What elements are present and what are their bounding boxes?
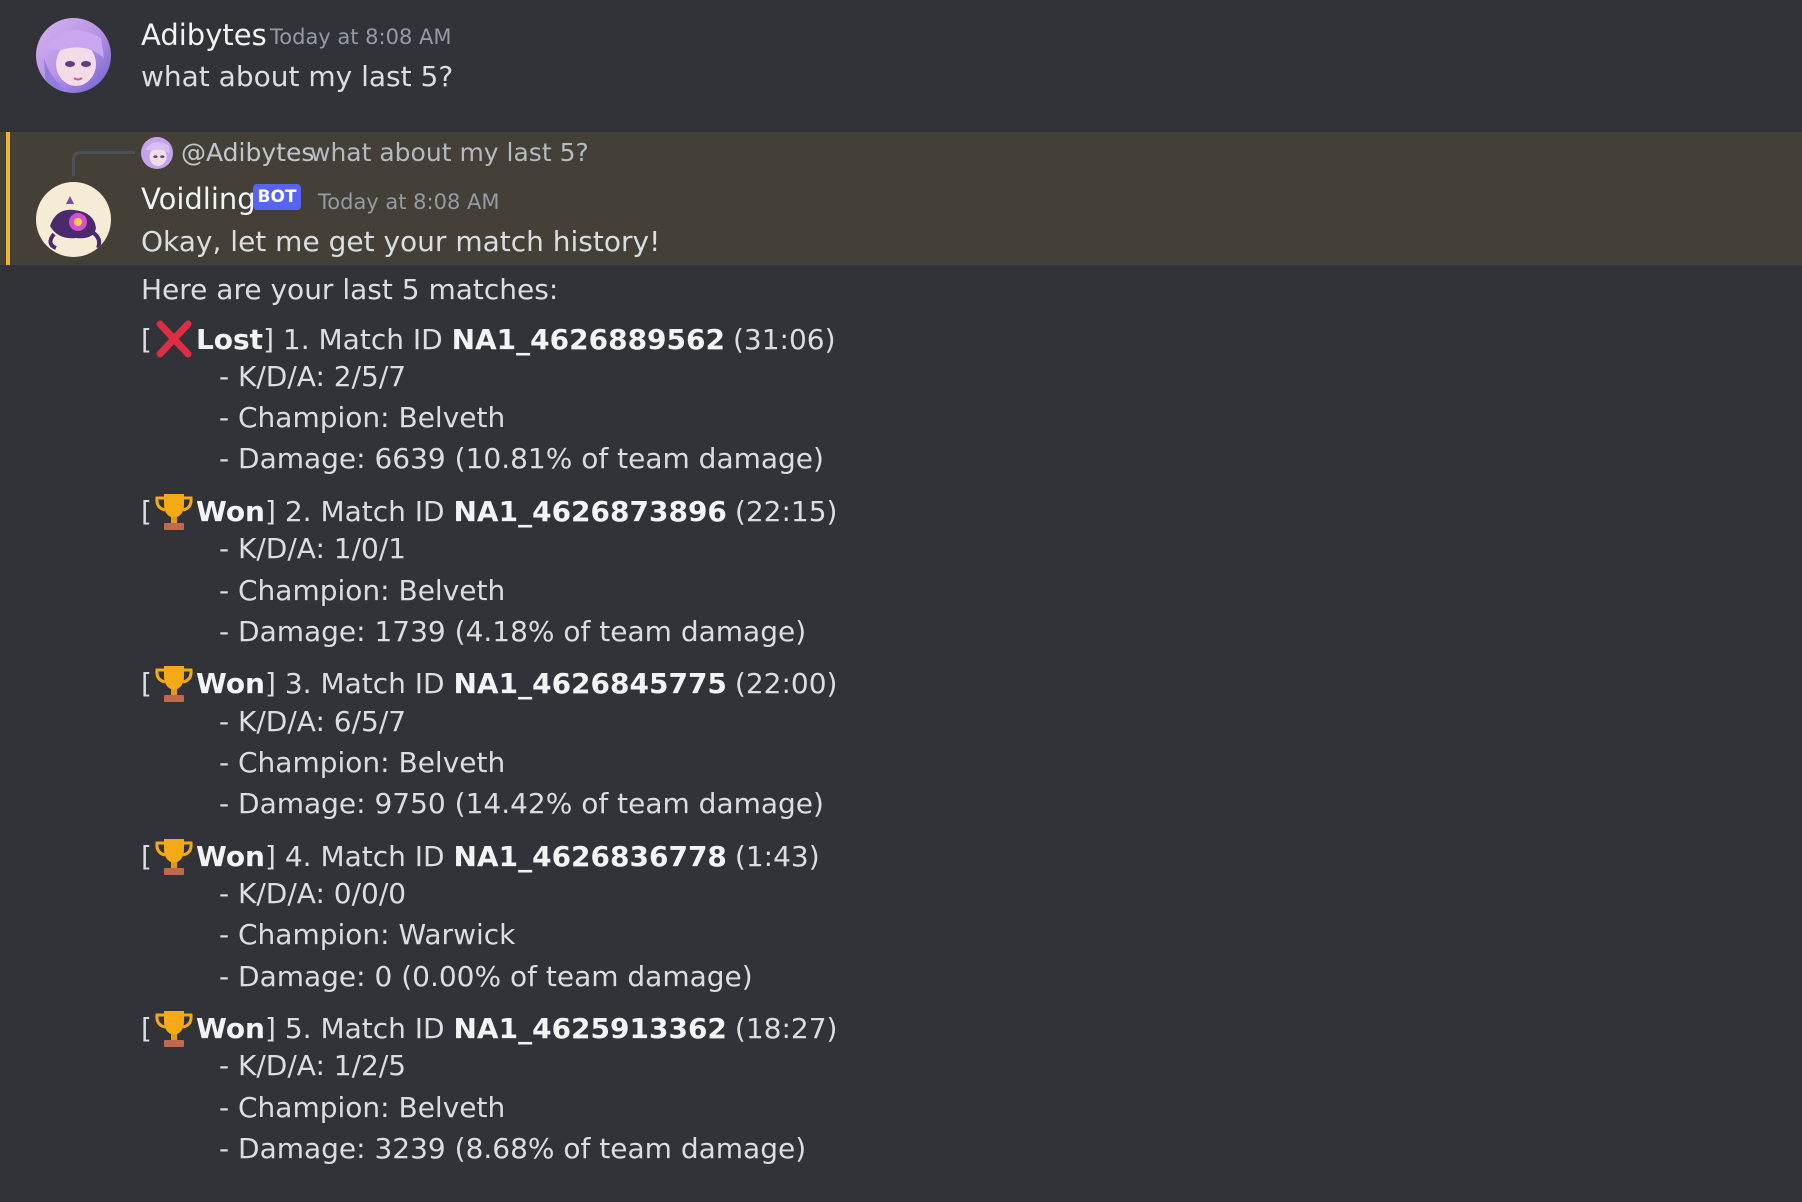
message-timestamp[interactable]: Today at 8:08 AM: [270, 25, 452, 49]
reply-avatar-image: [141, 137, 173, 169]
match-2-header: [ Won ] 2. Match ID NA1_4626873896 (22:1…: [141, 490, 837, 532]
trophy-icon: [152, 662, 196, 704]
bracket-open: [: [141, 666, 152, 700]
match-intro-text: Here are your last 5 matches:: [141, 273, 559, 306]
match-duration: (22:15): [734, 494, 838, 528]
bot-tag: BOT: [253, 184, 301, 210]
match-result: Won: [195, 494, 265, 528]
match-duration: (31:06): [733, 322, 836, 356]
reply-spine: [72, 151, 135, 176]
match-id: NA1_4626836778: [453, 839, 727, 873]
match-1-header: [ Lost ] 1. Match ID NA1_4626889562 (31:…: [141, 318, 836, 360]
message-text: what about my last 5?: [141, 60, 454, 93]
trophy-icon: [152, 1007, 196, 1049]
match-3-kda: - K/D/A: 6/5/7: [219, 705, 407, 738]
match-result: Won: [195, 666, 265, 700]
match-4-damage: - Damage: 0 (0.00% of team damage): [219, 960, 753, 993]
reply-message-text: Okay, let me get your match history!: [141, 225, 661, 258]
match-result: Won: [195, 839, 265, 873]
match-5-header: [ Won ] 5. Match ID NA1_4625913362 (18:2…: [141, 1007, 837, 1049]
avatar-voidling-image: [36, 182, 111, 257]
match-2-damage: - Damage: 1739 (4.18% of team damage): [219, 615, 807, 648]
mention-highlight-bar: [6, 132, 10, 265]
match-1-damage: - Damage: 6639 (10.81% of team damage): [219, 442, 824, 475]
match-prefix: ] 5. Match ID: [265, 1011, 454, 1045]
reply-avatar-adibytes[interactable]: [141, 137, 173, 169]
avatar-adibytes-image: [36, 18, 111, 93]
match-result: Won: [195, 1011, 265, 1045]
match-4-champion: - Champion: Warwick: [219, 918, 516, 951]
match-id: NA1_4626845775: [453, 666, 727, 700]
match-1-champion: - Champion: Belveth: [219, 401, 506, 434]
trophy-icon: [152, 490, 196, 532]
match-4-header: [ Won ] 4. Match ID NA1_4626836778 (1:43…: [141, 835, 820, 877]
match-5-damage: - Damage: 3239 (8.68% of team damage): [219, 1132, 807, 1165]
match-id: NA1_4625913362: [453, 1011, 727, 1045]
match-duration: (22:00): [734, 666, 838, 700]
match-5-champion: - Champion: Belveth: [219, 1091, 506, 1124]
avatar-voidling[interactable]: [36, 182, 111, 257]
reply-mention[interactable]: @Adibytes: [181, 138, 314, 167]
match-prefix: ] 1. Match ID: [263, 322, 452, 356]
match-2-kda: - K/D/A: 1/0/1: [219, 532, 407, 565]
match-prefix: ] 4. Match ID: [265, 839, 454, 873]
match-result: Lost: [195, 322, 264, 356]
match-1-kda: - K/D/A: 2/5/7: [219, 360, 407, 393]
match-3-header: [ Won ] 3. Match ID NA1_4626845775 (22:0…: [141, 662, 837, 704]
username-voidling[interactable]: Voidling: [141, 182, 256, 216]
username-adibytes[interactable]: Adibytes: [141, 18, 267, 52]
match-3-damage: - Damage: 9750 (14.42% of team damage): [219, 787, 824, 820]
reply-preview-text[interactable]: what about my last 5?: [310, 138, 589, 167]
bracket-open: [: [141, 839, 152, 873]
message-adibytes: Adibytes Today at 8:08 AM what about my …: [0, 0, 1802, 130]
reply-timestamp[interactable]: Today at 8:08 AM: [318, 190, 500, 214]
bracket-open: [: [141, 1011, 152, 1045]
match-4-kda: - K/D/A: 0/0/0: [219, 877, 407, 910]
match-id: NA1_4626889562: [451, 322, 725, 356]
avatar-adibytes[interactable]: [36, 18, 111, 93]
match-prefix: ] 2. Match ID: [265, 494, 454, 528]
match-duration: (1:43): [734, 839, 820, 873]
match-2-champion: - Champion: Belveth: [219, 574, 506, 607]
match-3-champion: - Champion: Belveth: [219, 746, 506, 779]
cross-mark-icon: [152, 318, 196, 360]
match-id: NA1_4626873896: [453, 494, 727, 528]
match-5-kda: - K/D/A: 1/2/5: [219, 1049, 407, 1082]
bracket-open: [: [141, 322, 152, 356]
bracket-open: [: [141, 494, 152, 528]
match-duration: (18:27): [734, 1011, 838, 1045]
match-prefix: ] 3. Match ID: [265, 666, 454, 700]
trophy-icon: [152, 835, 196, 877]
